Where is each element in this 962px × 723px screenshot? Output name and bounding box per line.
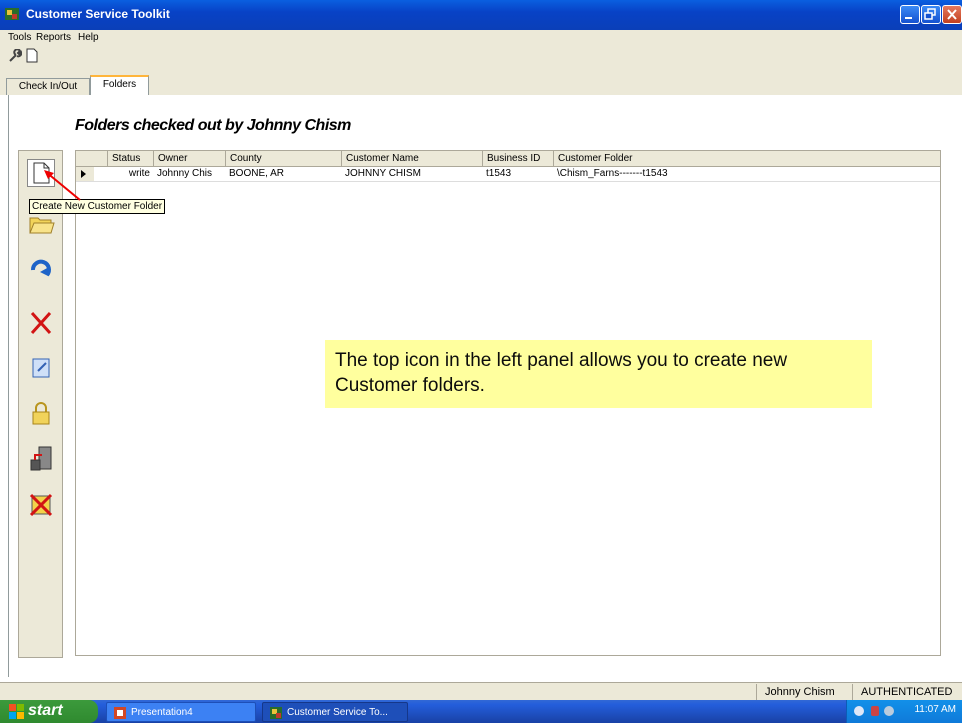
start-label: start (28, 702, 63, 719)
taskbar-item-label: Customer Service To... (287, 707, 388, 718)
status-bar: Johnny Chism AUTHENTICATED (0, 682, 962, 701)
tab-check-in-out[interactable]: Check In/Out (6, 78, 90, 95)
taskbar-item-presentation[interactable]: Presentation4 (106, 702, 256, 722)
status-user: Johnny Chism (756, 684, 852, 700)
edit-document-icon (32, 358, 50, 378)
refresh-button[interactable] (27, 254, 55, 282)
app-icon (5, 8, 19, 20)
window-title: Customer Service Toolkit (26, 7, 170, 21)
column-county[interactable]: County (225, 151, 341, 166)
column-business-id[interactable]: Business ID (482, 151, 553, 166)
taskbar-item-customer-service[interactable]: Customer Service To... (262, 702, 408, 722)
menu-reports[interactable]: Reports (36, 32, 71, 43)
callout-arrow-icon (44, 170, 81, 201)
transfer-icon (30, 446, 52, 471)
column-customer-name[interactable]: Customer Name (341, 151, 482, 166)
start-button[interactable]: start (0, 700, 98, 723)
status-auth: AUTHENTICATED (852, 684, 962, 700)
cell-business-id[interactable]: t1543 (482, 167, 553, 181)
lock-button[interactable] (27, 399, 55, 427)
restore-button[interactable] (921, 5, 941, 24)
restore-icon (924, 8, 936, 20)
cell-customer-name[interactable]: JOHNNY CHISM (341, 167, 482, 181)
menu-help[interactable]: Help (78, 32, 99, 43)
menu-bar: Tools Reports Help (0, 30, 962, 47)
close-button[interactable] (942, 5, 962, 24)
toolbar (0, 47, 962, 65)
tab-folders[interactable]: Folders (90, 75, 149, 96)
transfer-button[interactable] (27, 444, 55, 472)
cell-status[interactable]: write (107, 167, 153, 181)
left-toolbar (18, 150, 63, 658)
column-status[interactable]: Status (107, 151, 153, 166)
new-document-icon[interactable] (26, 48, 38, 63)
delete-button[interactable] (27, 309, 55, 337)
header-selector (76, 151, 107, 166)
windows-logo-icon (9, 704, 24, 719)
title-bar: Customer Service Toolkit (0, 0, 962, 30)
cell-county[interactable]: BOONE, AR (225, 167, 341, 181)
red-x-icon (30, 311, 52, 335)
clock: 11:07 AM (914, 704, 956, 715)
refresh-arrow-icon (31, 259, 51, 277)
minimize-button[interactable] (900, 5, 920, 24)
tray-icons[interactable] (853, 704, 901, 718)
taskbar-item-label: Presentation4 (131, 707, 193, 718)
table-row[interactable]: write Johnny Chis BOONE, AR JOHNNY CHISM… (76, 167, 940, 182)
app-icon (270, 707, 282, 719)
wrench-icon[interactable] (8, 49, 22, 63)
cell-customer-folder[interactable]: \Chism_Farns-------t1543 (553, 167, 853, 181)
edit-folder-button[interactable] (27, 354, 55, 382)
taskbar: start Presentation4 Customer Service To.… (0, 700, 962, 723)
column-owner[interactable]: Owner (153, 151, 225, 166)
minimize-icon (905, 17, 912, 19)
padlock-icon (32, 402, 50, 425)
crossed-box-icon (29, 493, 53, 517)
powerpoint-icon (114, 707, 126, 719)
table-header: Status Owner County Customer Name Busine… (76, 151, 940, 167)
callout-note: The top icon in the left panel allows yo… (325, 340, 872, 408)
system-tray: 11:07 AM (846, 700, 962, 723)
page-title: Folders checked out by Johnny Chism (75, 117, 351, 134)
cell-owner[interactable]: Johnny Chis (153, 167, 225, 181)
menu-tools[interactable]: Tools (8, 32, 31, 43)
remove-button[interactable] (27, 491, 55, 519)
column-customer-folder[interactable]: Customer Folder (553, 151, 940, 166)
close-icon (947, 9, 957, 20)
